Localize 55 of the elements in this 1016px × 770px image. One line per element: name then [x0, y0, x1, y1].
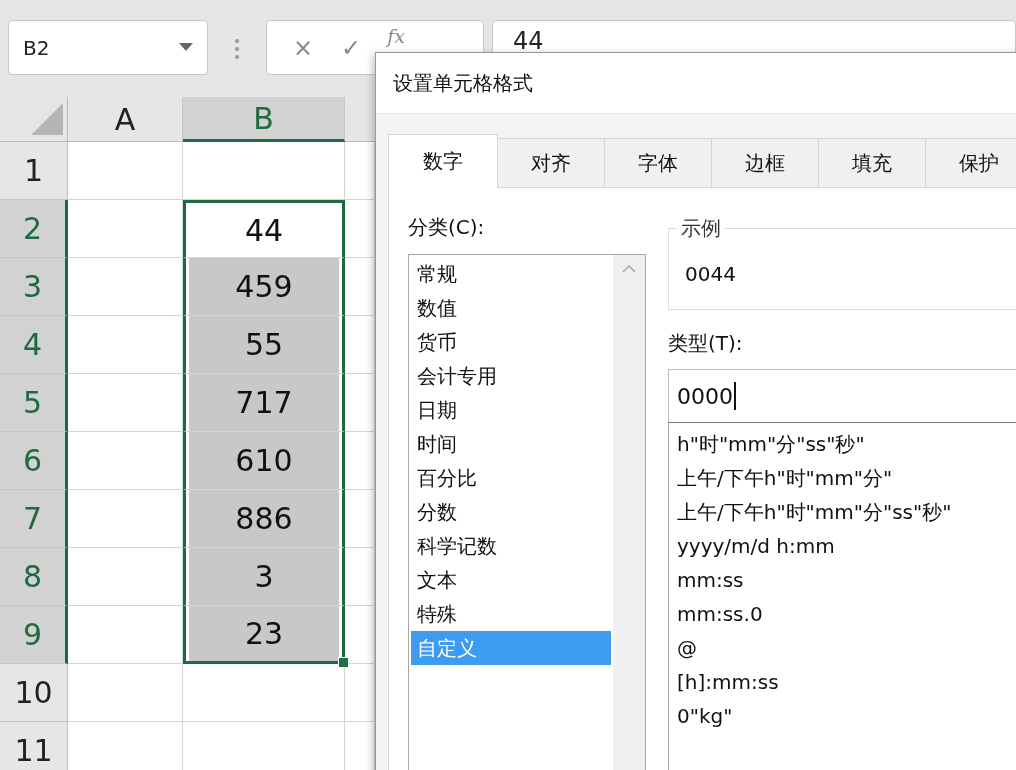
category-item[interactable]: 常规: [411, 257, 611, 291]
category-item[interactable]: 百分比: [411, 461, 611, 495]
tab[interactable]: 数字: [388, 134, 498, 188]
table-cell: 610: [183, 432, 345, 490]
row-header[interactable]: 9: [0, 606, 68, 664]
row-header[interactable]: 11: [0, 722, 68, 770]
format-item[interactable]: mm:ss.0: [677, 597, 1016, 631]
category-item[interactable]: 会计专用: [411, 359, 611, 393]
row-header[interactable]: 5: [0, 374, 68, 432]
column-header[interactable]: B: [183, 97, 345, 142]
category-item[interactable]: 文本: [411, 563, 611, 597]
row-header[interactable]: 7: [0, 490, 68, 548]
format-item[interactable]: 0"kg": [677, 699, 1016, 733]
format-item[interactable]: 上午/下午h"时"mm"分"ss"秒": [677, 495, 1016, 529]
type-input-field[interactable]: 0000: [668, 369, 1016, 423]
table-cell: 717: [183, 374, 345, 432]
category-item[interactable]: 分数: [411, 495, 611, 529]
category-item[interactable]: 货币: [411, 325, 611, 359]
format-item[interactable]: h"时"mm"分"ss"秒": [677, 427, 1016, 461]
format-item[interactable]: mm:ss: [677, 563, 1016, 597]
format-item[interactable]: 上午/下午h"时"mm"分": [677, 461, 1016, 495]
tab[interactable]: 保护: [925, 138, 1016, 188]
row-header[interactable]: 2: [0, 200, 68, 258]
type-label: 类型(T):: [668, 330, 744, 357]
tab[interactable]: 边框: [711, 138, 819, 188]
tab[interactable]: 对齐: [497, 138, 605, 188]
table-cell: 459: [183, 258, 345, 316]
category-item[interactable]: 科学记数: [411, 529, 611, 563]
dialog-title: 设置单元格格式: [376, 53, 1016, 114]
confirm-button[interactable]: ✓: [333, 29, 370, 66]
row-header[interactable]: 3: [0, 258, 68, 316]
column-header[interactable]: A: [68, 97, 183, 142]
cancel-button[interactable]: ×: [285, 29, 322, 66]
row-header[interactable]: 4: [0, 316, 68, 374]
row-header[interactable]: 6: [0, 432, 68, 490]
format-item[interactable]: @: [677, 631, 1016, 665]
tab[interactable]: 字体: [604, 138, 712, 188]
category-item[interactable]: 时间: [411, 427, 611, 461]
table-cell: 3: [183, 548, 345, 606]
format-item[interactable]: [h]:mm:ss: [677, 665, 1016, 699]
category-item[interactable]: 日期: [411, 393, 611, 427]
format-item[interactable]: yyyy/m/d h:mm: [677, 529, 1016, 563]
category-item[interactable]: 特殊: [411, 597, 611, 631]
row-header[interactable]: 1: [0, 142, 68, 200]
table-cell: 886: [183, 490, 345, 548]
row-header[interactable]: 10: [0, 664, 68, 722]
category-label: 分类(C):: [408, 214, 486, 241]
insert-function-button[interactable]: fx: [381, 25, 411, 48]
table-cell: 44: [183, 200, 345, 258]
row-header[interactable]: 8: [0, 548, 68, 606]
table-cell: 55: [183, 316, 345, 374]
name-box[interactable]: B2: [8, 20, 208, 75]
sample-value: 0044: [685, 262, 736, 286]
tab[interactable]: 填充: [818, 138, 926, 188]
category-item[interactable]: 数值: [411, 291, 611, 325]
